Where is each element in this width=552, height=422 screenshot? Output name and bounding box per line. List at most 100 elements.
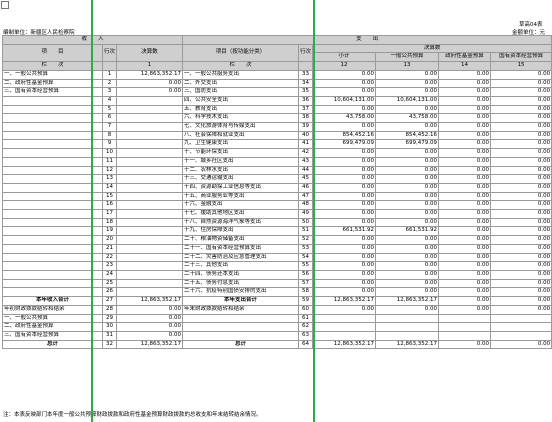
income-line-no: 9 xyxy=(102,139,117,150)
income-item xyxy=(2,243,103,254)
income-line-no: 4 xyxy=(102,95,117,106)
expense-final-header: 决算数 xyxy=(312,43,552,54)
expense-public: 0.00 xyxy=(375,87,440,97)
income-item xyxy=(2,226,103,237)
expense-public: 0.00 xyxy=(375,287,440,298)
income-line-no: 23 xyxy=(102,261,117,271)
income-item xyxy=(2,235,103,245)
income-item xyxy=(2,156,103,167)
income-amount xyxy=(115,122,184,132)
expense-total-line: 59 xyxy=(298,296,314,306)
income-item xyxy=(2,139,103,150)
budget-row: 8 八、社会保障和就业支出 40 854,452.16 854,452.16 0.00 0.… xyxy=(2,130,552,141)
income-line-no: 5 xyxy=(102,104,117,115)
expense-fund: 0.00 xyxy=(438,122,492,132)
budget-row: 三、国有资本经营预算 3 0.00 三、国防支出 35 0.00 0.00 0.00 0.00 xyxy=(2,87,552,97)
income-amount xyxy=(115,95,184,106)
expense-subtotal: 0.00 xyxy=(312,217,377,228)
income-amount: 0.00 xyxy=(115,330,184,341)
expense-item: 二十六、抗疫特别国债安排的支出 xyxy=(182,287,300,298)
expense-line-no: 48 xyxy=(298,200,314,211)
income-line-no: 10 xyxy=(102,148,117,158)
expense-public: 0.00 xyxy=(375,104,440,115)
expense-subtotal: 0.00 xyxy=(312,209,377,219)
income-item xyxy=(2,113,103,124)
expense-public: 0.00 xyxy=(375,148,440,158)
expense-fund: 0.00 xyxy=(438,182,492,193)
income-amount xyxy=(115,148,184,158)
expense-state: 0.00 xyxy=(490,235,552,245)
income-item: 一、一般公共预算 xyxy=(2,313,103,324)
expense-state: 0.00 xyxy=(490,130,552,141)
expense-line-no: 63 xyxy=(298,330,314,341)
expense-item: 十八、自然资源海洋气象等支出 xyxy=(182,217,300,228)
income-item xyxy=(2,252,103,263)
grand-total-label: 总计 xyxy=(2,339,103,350)
expense-fund xyxy=(438,330,492,341)
expense-item: 十四、资源勘探工业信息等支出 xyxy=(182,182,300,193)
income-line-no: 3 xyxy=(102,87,117,97)
budget-row: 10 十、节能环保支出 42 0.00 0.00 0.00 0.00 xyxy=(2,148,552,158)
income-amount: 0.00 xyxy=(115,78,184,89)
expense-public: 0.00 xyxy=(375,69,440,80)
income-amount xyxy=(115,191,184,202)
expense-public: 0.00 xyxy=(375,217,440,228)
expense-subtotal: 0.00 xyxy=(312,287,377,298)
expense-total-state: 0.00 xyxy=(490,296,552,306)
expense-state: 0.00 xyxy=(490,139,552,150)
expense-line-no: 54 xyxy=(298,252,314,263)
income-item xyxy=(2,200,103,211)
grand-total-public: 12,863,352.17 xyxy=(375,339,440,350)
table-note: 注：本表反映部门本年度一般公共预算财政拨款和政府性基金预算财政拨款的总收支和年末… xyxy=(3,412,262,418)
expense-public: 0.00 xyxy=(375,122,440,132)
expense-public xyxy=(375,322,440,332)
expense-item: 十五、商业服务业等支出 xyxy=(182,191,300,202)
expense-line-no: 60 xyxy=(298,304,314,315)
income-item xyxy=(2,278,103,289)
expense-fund xyxy=(438,313,492,324)
expense-fund: 0.00 xyxy=(438,270,492,280)
income-item xyxy=(2,122,103,132)
budget-row: 13 十三、交通运输支出 45 0.00 0.00 0.00 0.00 xyxy=(2,174,552,184)
expense-line-no: 33 xyxy=(298,69,314,80)
guide-line-left xyxy=(91,0,93,422)
expense-fund: 0.00 xyxy=(438,104,492,115)
income-item: 二、政府性基金预算 xyxy=(2,78,103,89)
expense-fund: 0.00 xyxy=(438,209,492,219)
expense-state: 0.00 xyxy=(490,191,552,202)
carryover-row: 年初财政拨款结转和结余 28 0.00 年末财政拨款结转和结余 60 0.00 0.00 0.… xyxy=(2,304,552,315)
expense-public: 0.00 xyxy=(375,78,440,89)
expense-state: 0.00 xyxy=(490,156,552,167)
income-item: 三、国有资本经营预算 xyxy=(2,330,103,341)
income-amount xyxy=(115,104,184,115)
expense-subtotal: 854,452.16 xyxy=(312,130,377,141)
expense-subtotal: 0.00 xyxy=(312,243,377,254)
expense-line-no: 61 xyxy=(298,313,314,324)
income-amount xyxy=(115,252,184,263)
expense-public: 661,531.92 xyxy=(375,226,440,237)
expense-public: 0.00 xyxy=(375,261,440,271)
expense-line-no: 39 xyxy=(298,122,314,132)
income-item xyxy=(2,209,103,219)
income-amount xyxy=(115,235,184,245)
expense-public: 10,604,131.00 xyxy=(375,95,440,106)
expense-subtotal: 0.00 xyxy=(312,278,377,289)
income-amount xyxy=(115,270,184,280)
budget-row: 19 十九、住房保障支出 51 661,531.92 661,531.92 0.00 0.0… xyxy=(2,226,552,237)
grand-total-subtotal: 12,863,352.17 xyxy=(312,339,377,350)
income-amount xyxy=(115,156,184,167)
column-number-label-2: 栏 次 xyxy=(182,61,300,71)
expense-line-no: 34 xyxy=(298,78,314,89)
expense-public: 0.00 xyxy=(375,165,440,176)
expense-subtotal: 0.00 xyxy=(312,122,377,132)
income-line-no: 12 xyxy=(102,165,117,176)
income-item xyxy=(2,165,103,176)
expense-fund: 0.00 xyxy=(438,261,492,271)
expense-line-no: 50 xyxy=(298,217,314,228)
income-line-no: 15 xyxy=(102,191,117,202)
expense-line-no: 41 xyxy=(298,139,314,150)
expense-public: 0.00 xyxy=(375,278,440,289)
expense-item: 二十四、债务还本支出 xyxy=(182,270,300,280)
expense-fund: 0.00 xyxy=(438,87,492,97)
budget-row: 12 十二、农林水支出 44 0.00 0.00 0.00 0.00 xyxy=(2,165,552,176)
